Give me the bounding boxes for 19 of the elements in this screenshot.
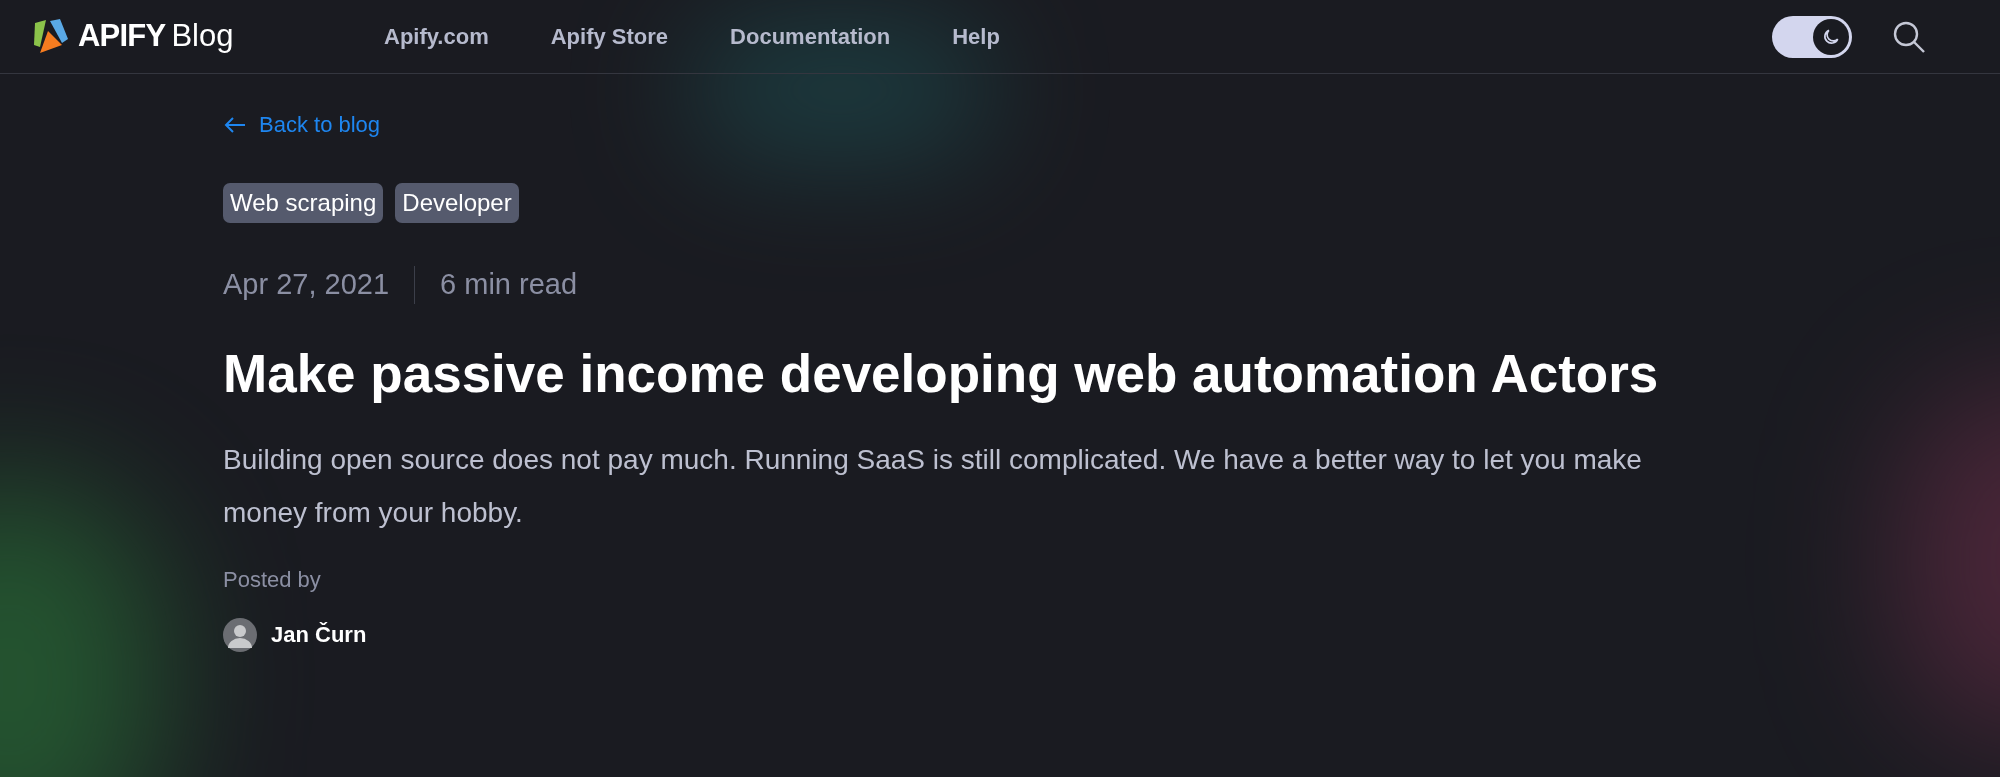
search-icon[interactable] — [1892, 19, 1926, 54]
back-link[interactable]: Back to blog — [223, 108, 381, 141]
nav-link[interactable]: Apify Store — [550, 20, 669, 53]
avatar — [223, 617, 257, 652]
nav-link[interactable]: Help — [952, 20, 1000, 53]
post-date: Apr 27, 2021 — [223, 267, 390, 302]
logo-text: APIFY — [78, 17, 166, 56]
nav-link[interactable]: Documentation — [730, 20, 891, 53]
nav-link[interactable]: Apify.com — [384, 20, 489, 53]
arrow-left-icon — [223, 114, 247, 135]
logo-suffix: Blog — [171, 17, 234, 56]
posted-by-label: Posted by — [223, 565, 322, 594]
tag-chip[interactable]: Web scraping — [223, 183, 384, 223]
article-summary: Building open source does not pay much. Running SaaS is still complicated. We have a better way to let you make money from your hobby. — [223, 442, 1643, 530]
read-time: 6 min read — [440, 267, 578, 302]
theme-toggle[interactable] — [1772, 15, 1852, 58]
author-name[interactable]: Jan Čurn — [271, 618, 367, 652]
article-title: Make passive income developing web automation Actors — [223, 342, 1660, 405]
tag-chip[interactable]: Developer — [395, 183, 519, 223]
